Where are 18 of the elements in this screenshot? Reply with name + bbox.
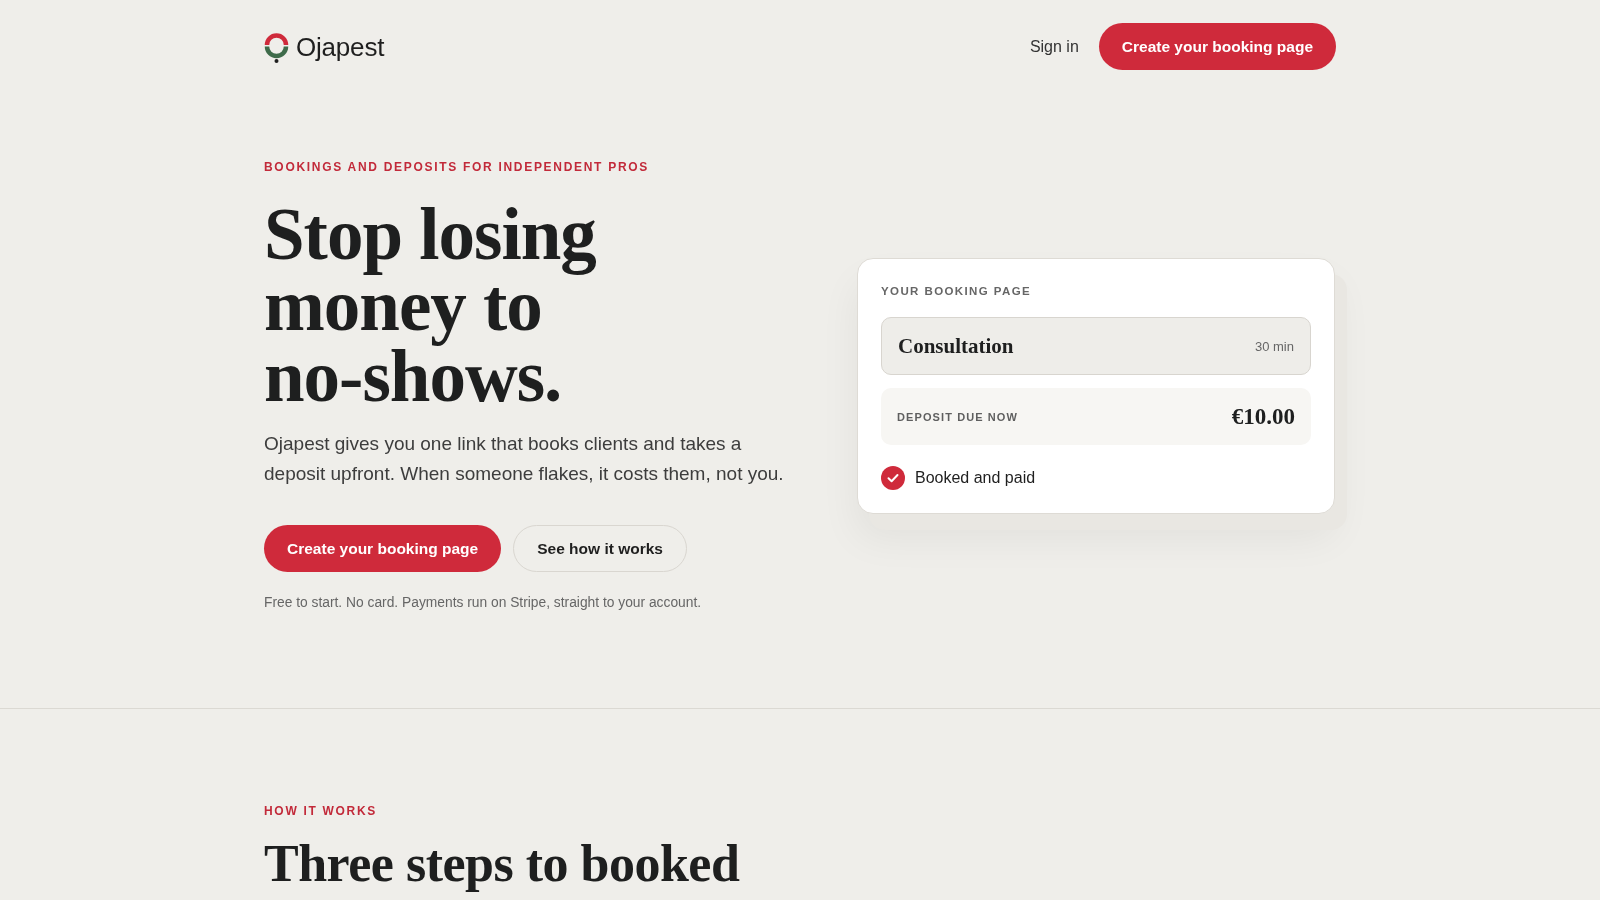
section-eyebrow: HOW IT WORKS	[264, 803, 379, 819]
section-heading: Three steps to booked	[264, 837, 741, 891]
deposit-amount: €10.00	[1231, 403, 1295, 430]
logo-icon	[264, 30, 289, 63]
hero-footnote: Free to start. No card. Payments run on Stripe, straight to your account.	[264, 594, 703, 612]
service-duration: 30 min	[1254, 338, 1294, 354]
create-booking-page-button[interactable]: Create your booking page	[1098, 23, 1336, 70]
logo-wordmark[interactable]: Ojapest	[296, 31, 385, 62]
create-booking-page-button[interactable]: Create your booking page	[264, 525, 502, 572]
card-label: YOUR BOOKING PAGE	[881, 284, 1033, 299]
check-icon	[881, 466, 905, 490]
hero-eyebrow: BOOKINGS AND DEPOSITS FOR INDEPENDENT PROS	[264, 159, 650, 175]
service-name: Consultation	[898, 333, 1014, 359]
hero-intro: Ojapest gives you one link that books clients and takes a deposit upfront. When someone flakes, it costs them, not you.	[264, 432, 785, 486]
hero-headline: Stop losing money to no-shows.	[264, 199, 597, 412]
deposit-label: DEPOSIT DUE NOW	[897, 410, 1018, 423]
status-text: Booked and paid	[915, 469, 1036, 487]
sign-in-link[interactable]: Sign in	[1029, 37, 1079, 56]
